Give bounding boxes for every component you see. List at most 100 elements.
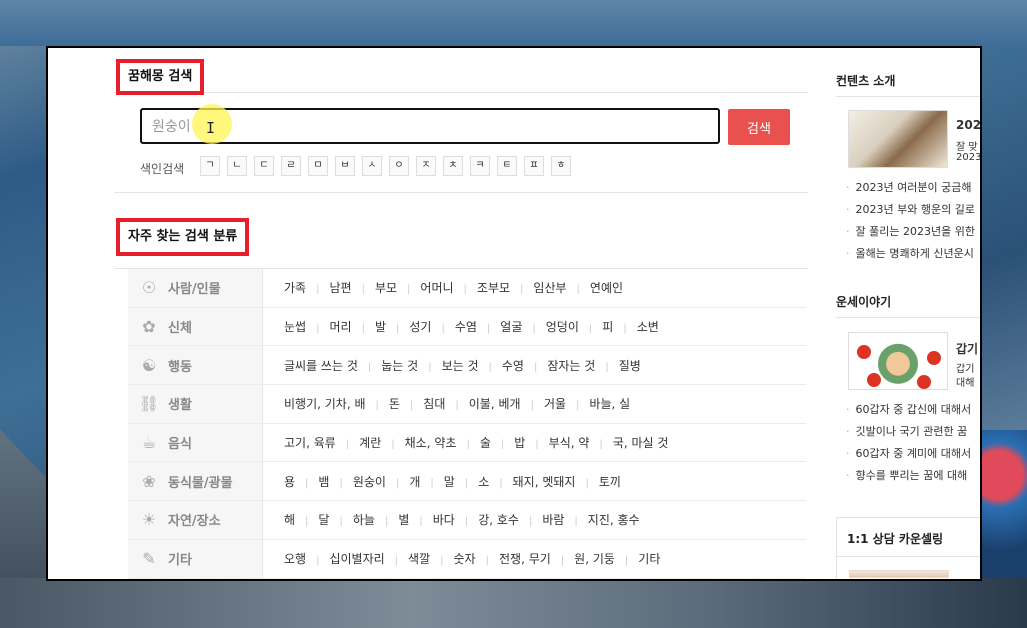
- category-link[interactable]: 글씨를 쓰는 것: [284, 357, 358, 374]
- category-link[interactable]: 어머니: [397, 279, 453, 296]
- category-link[interactable]: 술: [456, 434, 491, 451]
- category-link[interactable]: 눈썹: [284, 318, 306, 335]
- fortune-link[interactable]: 60갑자 중 갑신에 대해서: [836, 399, 980, 421]
- category-link[interactable]: 엉덩이: [522, 318, 579, 335]
- category-link[interactable]: 해: [284, 511, 295, 528]
- index-key-pieup[interactable]: ㅍ: [524, 156, 544, 176]
- search-button[interactable]: 검색: [728, 109, 790, 145]
- category-link[interactable]: 오행: [284, 550, 306, 567]
- contents-link[interactable]: 2023년 부와 행운의 길로: [836, 199, 980, 221]
- category-link[interactable]: 채소, 약초: [381, 434, 457, 451]
- category-link[interactable]: 지진, 홍수: [564, 511, 640, 528]
- category-link[interactable]: 기타: [615, 550, 660, 567]
- category-link[interactable]: 토끼: [575, 473, 621, 490]
- category-head[interactable]: ❀ 동식물/광물: [128, 462, 263, 501]
- category-link[interactable]: 개: [386, 473, 420, 490]
- category-link[interactable]: 용: [284, 473, 295, 490]
- category-link[interactable]: 발: [352, 318, 386, 335]
- fortune-thumbnail[interactable]: [848, 332, 948, 390]
- category-link[interactable]: 남편: [306, 279, 351, 296]
- category-link[interactable]: 돈: [366, 395, 400, 412]
- category-head[interactable]: ☯ 행동: [128, 346, 263, 385]
- index-key-mieum[interactable]: ㅁ: [308, 156, 328, 176]
- category-link[interactable]: 부식, 약: [525, 434, 590, 451]
- category-head[interactable]: ✿ 신체: [128, 307, 263, 346]
- category-link[interactable]: 뱀: [295, 473, 329, 490]
- category-link[interactable]: 수염: [431, 318, 477, 335]
- category-link[interactable]: 말: [420, 473, 455, 490]
- category-name: 기타: [168, 553, 192, 569]
- counseling-thumbnail[interactable]: [849, 570, 949, 578]
- category-link[interactable]: 계란: [336, 434, 381, 451]
- index-key-ieung[interactable]: ㅇ: [389, 156, 409, 176]
- category-link[interactable]: 소변: [613, 318, 659, 335]
- index-key-siot[interactable]: ㅅ: [362, 156, 382, 176]
- category-link[interactable]: 머리: [306, 318, 351, 335]
- category-link[interactable]: 전쟁, 무기: [476, 550, 551, 567]
- category-link[interactable]: 성기: [386, 318, 431, 335]
- category-link[interactable]: 보는 것: [418, 357, 479, 374]
- category-link[interactable]: 강, 호수: [455, 511, 519, 528]
- index-key-nieun[interactable]: ㄴ: [227, 156, 247, 176]
- category-head[interactable]: ☉ 사람/인물: [128, 269, 263, 307]
- category-link[interactable]: 비행기, 기차, 배: [284, 395, 366, 412]
- category-link[interactable]: 거울: [521, 395, 566, 412]
- category-link[interactable]: 임산부: [510, 279, 566, 296]
- category-link[interactable]: 돼지, 멧돼지: [489, 473, 576, 490]
- category-link[interactable]: 소: [455, 473, 489, 490]
- category-link[interactable]: 잠자는 것: [524, 357, 595, 374]
- category-link[interactable]: 조부모: [454, 279, 510, 296]
- category-link[interactable]: 십이별자리: [306, 550, 384, 567]
- fortune-link[interactable]: 향수를 뿌리는 꿈에 대해: [836, 465, 980, 487]
- category-link[interactable]: 고기, 육류: [284, 434, 336, 451]
- contents-link[interactable]: 올해는 명쾌하게 신년운시: [836, 243, 980, 265]
- index-key-kieuk[interactable]: ㅋ: [470, 156, 490, 176]
- index-key-chieut[interactable]: ㅊ: [443, 156, 463, 176]
- contents-thumbnail[interactable]: [848, 110, 948, 168]
- category-link[interactable]: 얼굴: [477, 318, 522, 335]
- category-link[interactable]: 색깔: [385, 550, 430, 567]
- category-link[interactable]: 이불, 베개: [445, 395, 521, 412]
- fortune-link[interactable]: 깃발이나 국기 관련한 꿈: [836, 421, 980, 443]
- weather-icon: ☀: [141, 510, 157, 530]
- category-link[interactable]: 연예인: [567, 279, 623, 296]
- category-link[interactable]: 바다: [409, 511, 455, 528]
- category-link[interactable]: 별: [375, 511, 409, 528]
- category-head[interactable]: ☀ 자연/장소: [128, 501, 263, 539]
- category-link[interactable]: 수영: [479, 357, 524, 374]
- category-link[interactable]: 밥: [491, 434, 525, 451]
- category-link[interactable]: 피: [579, 318, 613, 335]
- index-key-rieul[interactable]: ㄹ: [281, 156, 301, 176]
- category-link[interactable]: 하늘: [329, 511, 375, 528]
- contents-feature-title[interactable]: 202: [956, 118, 980, 132]
- category-link[interactable]: 부모: [352, 279, 397, 296]
- category-link[interactable]: 가족: [284, 279, 306, 296]
- category-head[interactable]: ⛓ 생활: [128, 385, 263, 423]
- index-key-tieut[interactable]: ㅌ: [497, 156, 517, 176]
- index-key-bieup[interactable]: ㅂ: [335, 156, 355, 176]
- category-head[interactable]: ✎ 기타: [128, 539, 263, 578]
- category-head[interactable]: ☕ 음식: [128, 423, 263, 462]
- contents-link-list: 2023년 여러분이 궁금해 2023년 부와 행운의 길로 잘 풀리는 202…: [836, 177, 980, 265]
- contents-intro-title: 컨텐츠 소개: [836, 74, 896, 88]
- index-key-jieut[interactable]: ㅈ: [416, 156, 436, 176]
- contents-link[interactable]: 잘 풀리는 2023년을 위한: [836, 221, 980, 243]
- index-key-hieut[interactable]: ㅎ: [551, 156, 571, 176]
- category-link[interactable]: 침대: [400, 395, 445, 412]
- category-row: ☯ 행동 글씨를 쓰는 것 눕는 것 보는 것 수영 잠자는 것 질병: [128, 346, 806, 386]
- category-link[interactable]: 원숭이: [329, 473, 386, 490]
- category-link[interactable]: 질병: [595, 357, 641, 374]
- category-link[interactable]: 달: [295, 511, 329, 528]
- index-key-giyeok[interactable]: ㄱ: [200, 156, 220, 176]
- fortune-feature-title[interactable]: 갑기: [956, 340, 978, 357]
- contents-link[interactable]: 2023년 여러분이 궁금해: [836, 177, 980, 199]
- category-link[interactable]: 바늘, 실: [566, 395, 630, 412]
- category-link[interactable]: 국, 마실 것: [589, 434, 669, 451]
- index-key-digeut[interactable]: ㄷ: [254, 156, 274, 176]
- category-link[interactable]: 바람: [519, 511, 564, 528]
- category-row: ☀ 자연/장소 해 달 하늘 별 바다 강, 호수 바람 지진, 홍수: [128, 501, 806, 540]
- category-link[interactable]: 원, 기둥: [551, 550, 615, 567]
- fortune-link[interactable]: 60갑자 중 계미에 대해서: [836, 443, 980, 465]
- category-link[interactable]: 숫자: [430, 550, 476, 567]
- category-link[interactable]: 눕는 것: [358, 357, 418, 374]
